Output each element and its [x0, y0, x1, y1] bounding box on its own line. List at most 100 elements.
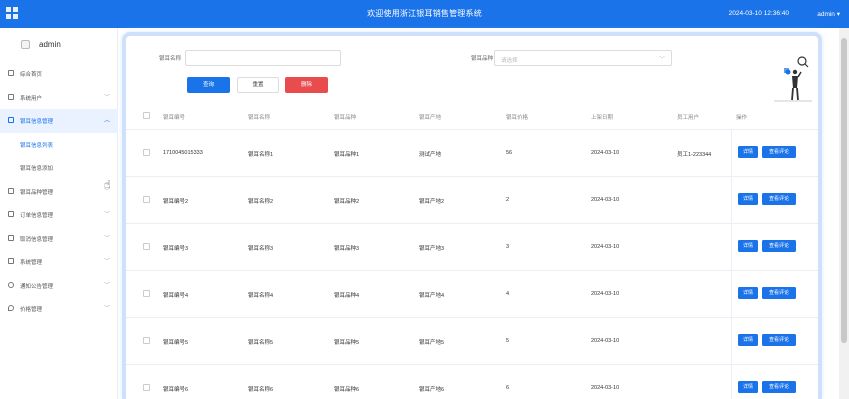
table-row: 银耳编号2 银耳名称2 银耳品种2 银耳产地2 2 2024-03-10 详情 … [126, 177, 818, 224]
detail-button[interactable]: 详情 [738, 381, 758, 393]
sidebar-item-label: 综合首页 [20, 72, 43, 78]
chevron-down-icon: ﹀ [103, 306, 110, 312]
sidebar-item-home[interactable]: 综合首页 [0, 62, 118, 86]
row-checkbox[interactable] [143, 384, 150, 391]
sidebar-item-system-users[interactable]: 系统用户 ﹀ [0, 86, 118, 110]
cell-variety: 银耳品种5 [334, 340, 360, 346]
actions-divider [731, 365, 732, 399]
cell-variety: 银耳品种3 [334, 246, 360, 252]
variety-select-placeholder: 请选择 [501, 58, 518, 64]
table-row: 银耳编号4 银耳名称4 银耳品种4 银耳产地4 4 2024-03-10 详情 … [126, 271, 818, 318]
settings-icon [8, 258, 14, 264]
sidebar-item-price[interactable]: 价格管理 ﹀ [0, 297, 118, 321]
actions-divider [731, 177, 732, 223]
row-checkbox[interactable] [143, 243, 150, 250]
sidebar-item-notice[interactable]: 通知公告管理 ﹀ [0, 274, 118, 298]
row-checkbox[interactable] [143, 149, 150, 156]
view-comments-button[interactable]: 查看评论 [762, 381, 796, 393]
chevron-down-icon: ﹀ [658, 57, 665, 63]
document-icon [8, 187, 14, 194]
view-comments-button[interactable]: 查看评论 [762, 334, 796, 346]
select-all-checkbox[interactable] [143, 112, 150, 119]
cell-price: 3 [506, 244, 510, 250]
actions-divider [731, 271, 732, 317]
view-comments-button[interactable]: 查看评论 [762, 287, 796, 299]
table-row: 1710045015333 银耳名称1 银耳品种1 测试产地 56 2024-0… [126, 130, 818, 177]
col-header-price: 银耳价格 [506, 115, 529, 121]
main-panel: 银耳名称 银耳品种 请选择 ﹀ 查询 重置 删除 银耳编号 银耳名称 银耳品种 [122, 32, 822, 399]
col-header-name: 银耳名称 [248, 115, 271, 121]
sidebar-item-cancel[interactable]: 取消信息管理 ﹀ [0, 227, 118, 251]
sidebar-item-system[interactable]: 系统管理 ﹀ [0, 250, 118, 274]
sidebar-item-orders[interactable]: 订单信息管理 ﹀ [0, 203, 118, 227]
sidebar-item-variety[interactable]: 银耳品种管理 ﹀ [0, 180, 118, 204]
cell-variety: 银耳品种2 [334, 199, 360, 205]
top-bar: 欢迎使用浙江银耳销售管理系统 2024-03-10 12:36:40 admin… [0, 0, 849, 28]
col-header-origin: 银耳产地 [419, 115, 442, 121]
cell-origin: 银耳产地6 [419, 387, 445, 393]
sidebar: admin 综合首页 系统用户 ﹀ 银耳信息管理 ︿ 银耳信息列表 银耳信息添加… [0, 28, 118, 399]
avatar [21, 40, 30, 49]
location-icon [8, 305, 14, 311]
hand-cursor-icon: ☝ [104, 179, 111, 191]
detail-button[interactable]: 详情 [738, 193, 758, 205]
reset-button[interactable]: 重置 [237, 77, 279, 93]
detail-button[interactable]: 详情 [738, 240, 758, 252]
table-row: 银耳编号3 银耳名称3 银耳品种3 银耳产地3 3 2024-03-10 详情 … [126, 224, 818, 271]
view-comments-button[interactable]: 查看评论 [762, 193, 796, 205]
view-comments-button[interactable]: 查看评论 [762, 240, 796, 252]
actions-divider [731, 318, 732, 364]
cell-price: 6 [506, 385, 510, 391]
row-checkbox[interactable] [143, 290, 150, 297]
row-checkbox[interactable] [143, 337, 150, 344]
scrollbar-thumb[interactable] [841, 38, 847, 343]
chevron-up-icon: ︿ [103, 118, 110, 124]
table-header: 银耳编号 银耳名称 银耳品种 银耳产地 银耳价格 上架日期 员工用户 操作 [126, 102, 818, 130]
col-header-staff: 员工用户 [677, 115, 700, 121]
variety-select[interactable]: 请选择 ﹀ [494, 50, 672, 66]
actions-divider [731, 130, 732, 176]
cell-price: 2 [506, 197, 510, 203]
detail-button[interactable]: 详情 [738, 287, 758, 299]
col-header-date: 上架日期 [591, 115, 614, 121]
cell-name: 银耳名称5 [248, 340, 274, 346]
sidebar-subitem-tremella-add[interactable]: 银耳信息添加 [0, 156, 118, 180]
cell-id: 银耳编号2 [163, 199, 189, 205]
cell-id: 银耳编号6 [163, 387, 189, 393]
detail-button[interactable]: 详情 [738, 334, 758, 346]
home-icon [8, 70, 14, 76]
cell-date: 2024-03-10 [591, 244, 620, 250]
query-button[interactable]: 查询 [187, 77, 230, 93]
cell-date: 2024-03-10 [591, 150, 620, 156]
sidebar-item-label: 价格管理 [20, 307, 43, 313]
delete-button[interactable]: 删除 [285, 77, 328, 93]
sidebar-item-tremella-info[interactable]: 银耳信息管理 ︿ [0, 109, 118, 133]
chevron-down-icon: ﹀ [103, 282, 110, 289]
cell-origin: 银耳产地4 [419, 293, 445, 299]
cell-variety: 银耳品种4 [334, 293, 360, 299]
cell-origin: 银耳产地3 [419, 246, 445, 252]
row-checkbox[interactable] [143, 196, 150, 203]
cell-id: 银耳编号3 [163, 246, 189, 252]
cell-id: 银耳编号5 [163, 340, 189, 346]
cell-date: 2024-03-10 [591, 338, 620, 344]
cell-date: 2024-03-10 [591, 291, 620, 297]
document-icon [8, 211, 14, 217]
person-search-illustration-icon [774, 56, 812, 102]
document-icon [8, 117, 14, 123]
document-icon [8, 234, 14, 241]
view-comments-button[interactable]: 查看评论 [762, 146, 796, 158]
table-row: 银耳编号5 银耳名称5 银耳品种5 银耳产地5 5 2024-03-10 详情 … [126, 318, 818, 365]
cell-date: 2024-03-10 [591, 197, 620, 203]
cell-name: 银耳名称1 [248, 152, 274, 158]
detail-button[interactable]: 详情 [738, 146, 758, 158]
sidebar-subitem-tremella-list[interactable]: 银耳信息列表 [0, 133, 118, 157]
chevron-down-icon: ﹀ [103, 94, 110, 101]
user-icon [8, 93, 14, 100]
sidebar-item-label: 银耳信息添加 [20, 166, 54, 172]
user-menu[interactable]: admin ▾ [817, 10, 840, 18]
name-filter-input[interactable] [185, 50, 341, 66]
chevron-down-icon: ﹀ [103, 259, 110, 265]
page-scrollbar[interactable] [839, 28, 849, 399]
sidebar-item-label: 取消信息管理 [20, 236, 54, 243]
